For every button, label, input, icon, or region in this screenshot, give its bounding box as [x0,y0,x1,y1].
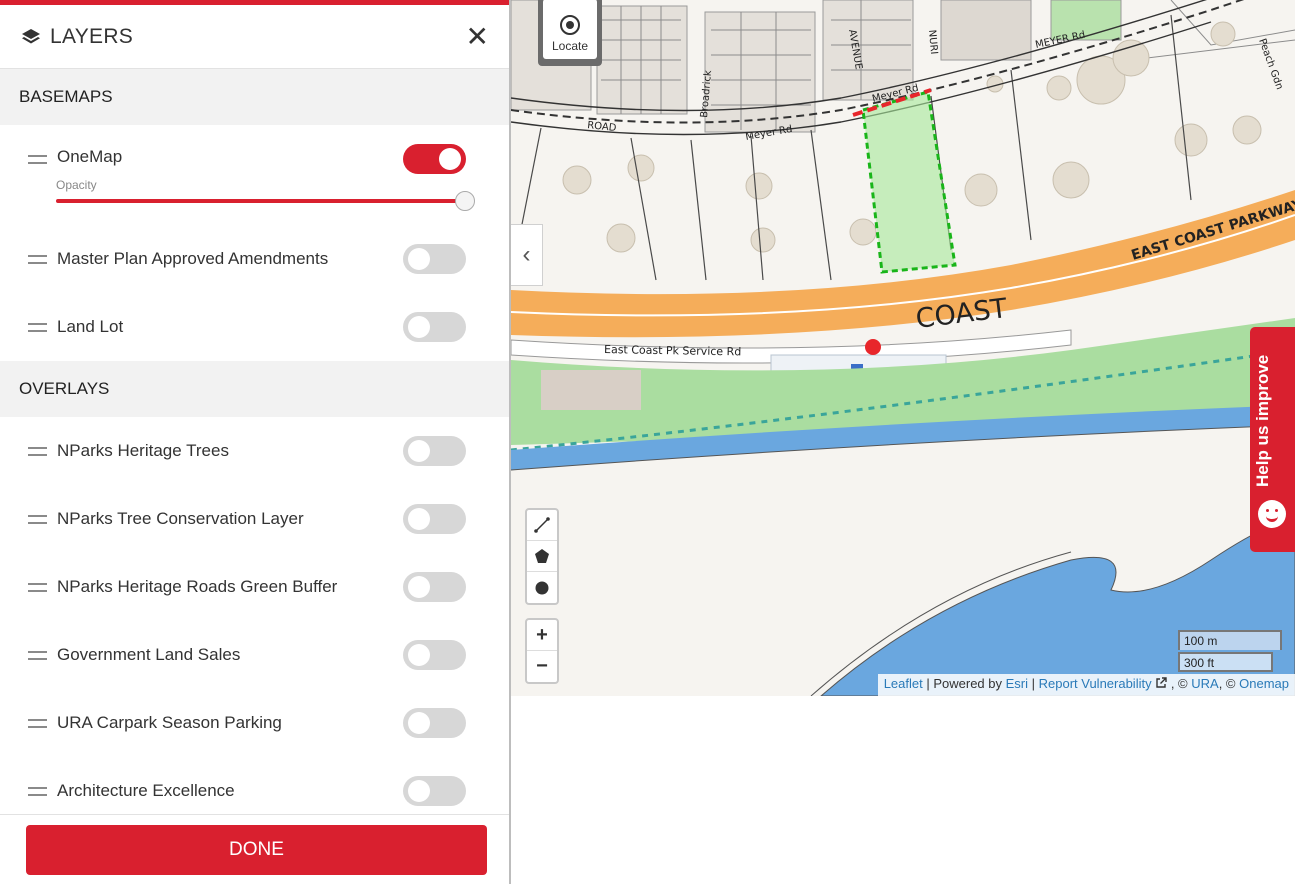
layer-label: Master Plan Approved Amendments [57,249,329,268]
scale-bar: 100 m 300 ft [1178,630,1282,672]
zoom-in-button[interactable]: + [527,620,557,651]
opacity-slider-thumb[interactable] [455,191,475,211]
layer-toggle-carpark-season[interactable] [403,708,466,738]
zoom-control: + − [525,618,559,684]
road-label: East Coast Pk Service Rd [604,343,741,358]
layer-label: Architecture Excellence [57,781,235,800]
help-label: Help us improve [1253,354,1272,487]
layers-panel: LAYERS ✕ BASEMAPS OneMap Opacity Master … [0,0,511,884]
layer-label: NParks Tree Conservation Layer [57,509,304,528]
opacity-slider-track[interactable] [56,199,468,203]
layer-row-heritage-roads: NParks Heritage Roads Green Buffer [0,553,509,621]
basemap-canvas: Meyer Rd Meyer Rd MEYER Rd ROAD AVENUE N… [511,0,1295,696]
attribution-text: , © [1167,676,1192,691]
leaflet-link[interactable]: Leaflet [884,676,923,691]
scale-imperial: 300 ft [1178,652,1273,672]
panel-header: LAYERS ✕ [0,5,509,69]
drag-handle-icon[interactable] [28,155,47,164]
drag-handle-icon[interactable] [28,786,47,796]
drag-handle-icon[interactable] [28,322,47,332]
layer-row-tree-conservation: NParks Tree Conservation Layer [0,485,509,553]
panel-title: LAYERS [50,24,134,48]
section-header-basemaps: BASEMAPS [0,69,509,125]
drag-handle-icon[interactable] [28,446,47,456]
layer-label: URA Carpark Season Parking [57,713,282,732]
scale-metric: 100 m [1178,630,1282,650]
attribution-text: | [1028,676,1039,691]
opacity-label: Opacity [56,178,97,192]
drag-handle-icon[interactable] [28,582,47,592]
layer-label: Land Lot [57,317,124,336]
done-button[interactable]: DONE [26,825,487,875]
locate-label: Locate [551,39,589,53]
panel-footer: DONE [0,814,509,884]
layer-label: Government Land Sales [57,645,241,664]
layer-toggle-land-lot[interactable] [403,312,466,342]
layer-toggle-architecture-excellence[interactable] [403,776,466,806]
layers-stack-icon [22,28,40,43]
zoom-out-button[interactable]: − [527,651,557,682]
drag-handle-icon[interactable] [28,514,47,524]
smiley-icon [1258,500,1286,528]
layer-toggle-master-plan[interactable] [403,244,466,274]
onemap-link[interactable]: Onemap [1239,676,1289,691]
drag-handle-icon[interactable] [28,254,47,264]
layer-row-carpark-season: URA Carpark Season Parking [0,689,509,757]
locate-icon [560,15,580,35]
locate-button[interactable]: Locate [538,0,602,66]
layer-row-master-plan: Master Plan Approved Amendments [0,225,509,293]
layer-label: NParks Heritage Trees [57,441,229,460]
attribution-text: , © [1218,676,1240,691]
layer-toggle-gov-land-sales[interactable] [403,640,466,670]
draw-toolbar [525,508,559,605]
layer-toggle-tree-conservation[interactable] [403,504,466,534]
road-label: NURI [926,29,939,55]
map-view[interactable]: Meyer Rd Meyer Rd MEYER Rd ROAD AVENUE N… [511,0,1295,696]
polygon-draw-icon[interactable] [527,541,557,572]
line-draw-icon[interactable] [527,510,557,541]
map-attribution: Leaflet | Powered by Esri | Report Vulne… [877,674,1295,696]
layer-toggle-onemap[interactable] [403,144,466,174]
layer-toggle-heritage-roads[interactable] [403,572,466,602]
drag-handle-icon[interactable] [28,718,47,728]
layer-row-heritage-trees: NParks Heritage Trees [0,417,509,485]
ura-link[interactable]: URA [1191,676,1218,691]
circle-draw-icon[interactable] [527,572,557,603]
external-link-icon [1156,677,1167,688]
report-vulnerability-link[interactable]: Report Vulnerability [1039,676,1152,691]
collapse-panel-button[interactable]: ‹ [511,224,543,286]
attribution-text: | Powered by [922,676,1006,691]
section-header-overlays: OVERLAYS [0,361,509,417]
layer-row-gov-land-sales: Government Land Sales [0,621,509,689]
layer-row-land-lot: Land Lot [0,293,509,361]
layer-toggle-heritage-trees[interactable] [403,436,466,466]
esri-link[interactable]: Esri [1006,676,1028,691]
layer-label: OneMap [57,147,123,166]
close-icon[interactable]: ✕ [466,22,489,51]
locate-button-face: Locate [543,0,597,59]
layer-row-onemap: OneMap Opacity [0,125,509,225]
drag-handle-icon[interactable] [28,650,47,660]
layer-label: NParks Heritage Roads Green Buffer [57,577,338,596]
help-us-improve-tab[interactable]: Help us improve [1250,327,1295,552]
